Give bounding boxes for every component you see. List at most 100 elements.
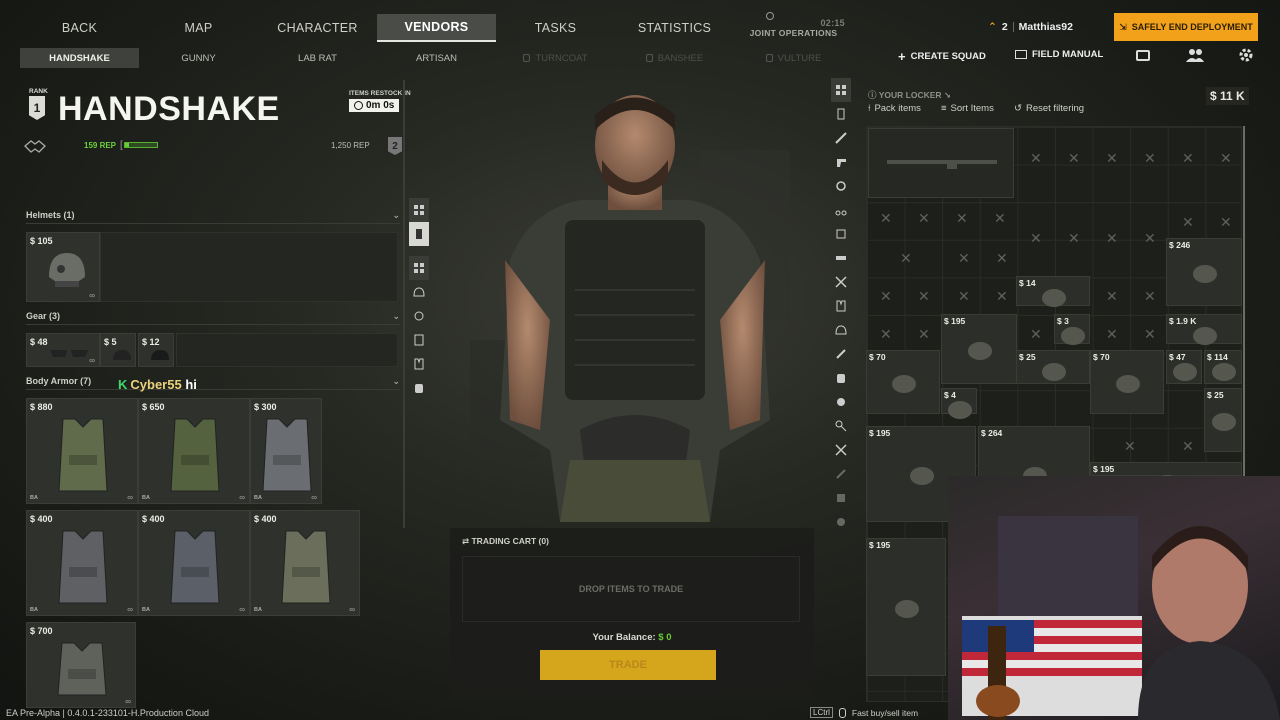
- ammo-item-icon[interactable]: ✕: [1106, 230, 1118, 247]
- locker-item[interactable]: $ 195: [866, 538, 946, 676]
- sort-items-button[interactable]: ≡ Sort Items: [941, 103, 994, 114]
- vendor-tab-banshee[interactable]: BANSHEE: [615, 48, 734, 68]
- ammo-item-icon[interactable]: ✕: [956, 210, 968, 227]
- tab-character[interactable]: CHARACTER: [258, 14, 377, 42]
- locker-scrollbar[interactable]: [1243, 126, 1245, 476]
- ammo-item-icon[interactable]: ✕: [958, 288, 970, 305]
- ammo-item-icon[interactable]: ✕: [880, 326, 892, 343]
- grid-icon[interactable]: [409, 256, 429, 280]
- vendor-item-body-armor[interactable]: $ 300 BA ∞: [250, 398, 322, 504]
- chat-icon[interactable]: [1136, 50, 1150, 61]
- scope-filter-icon[interactable]: [831, 174, 851, 198]
- ammo-item-icon[interactable]: ✕: [1106, 326, 1118, 343]
- vendor-item-body-armor[interactable]: $ 650 BA ∞: [138, 398, 250, 504]
- vendor-item-body-armor[interactable]: $ 700 ∞: [26, 622, 136, 708]
- food-filter-icon[interactable]: [831, 390, 851, 414]
- ammo-item-icon[interactable]: ✕: [1182, 150, 1194, 167]
- safely-end-deployment-button[interactable]: ⇲ SAFELY END DEPLOYMENT: [1114, 13, 1258, 41]
- grid-icon[interactable]: [409, 198, 429, 222]
- tab-map[interactable]: MAP: [139, 14, 258, 42]
- rifle-filter-icon[interactable]: [831, 126, 851, 150]
- reset-filtering-button[interactable]: ↺ Reset filtering: [1014, 103, 1084, 114]
- magazine-filter-icon[interactable]: [831, 222, 851, 246]
- locker-item[interactable]: $ 4: [941, 388, 977, 419]
- pack-items-button[interactable]: ⟊ Pack items: [868, 103, 921, 114]
- locker-item[interactable]: $ 47: [1166, 350, 1202, 384]
- ammo-filter-icon[interactable]: [831, 246, 851, 270]
- ammo-item-icon[interactable]: ✕: [1124, 438, 1136, 455]
- ammo-item-icon[interactable]: ✕: [994, 210, 1006, 227]
- tab-statistics[interactable]: STATISTICS: [615, 14, 734, 42]
- vendor-item-body-armor[interactable]: $ 400 BA ∞: [26, 510, 138, 616]
- ammo-item-icon[interactable]: ✕: [1068, 150, 1080, 167]
- disabled-filter-icon[interactable]: [831, 462, 851, 486]
- pistol-filter-icon[interactable]: [831, 150, 851, 174]
- squad-player[interactable]: ⌃ 2 Matthias92: [988, 21, 1073, 33]
- category-helmets[interactable]: Helmets (1) ⌄: [26, 210, 400, 224]
- locker-item[interactable]: $ 25: [1016, 350, 1090, 384]
- locker-item[interactable]: $ 3: [1054, 314, 1090, 345]
- vest-filter-icon[interactable]: [409, 352, 429, 376]
- ammo-item-icon[interactable]: ✕: [1144, 230, 1156, 247]
- vendor-tab-artisan[interactable]: ARTISAN: [377, 48, 496, 68]
- rig-filter-icon[interactable]: [409, 328, 429, 352]
- ammo-item-icon[interactable]: ✕: [1068, 230, 1080, 247]
- locker-item[interactable]: $ 1.9 K: [1166, 314, 1242, 345]
- category-body-armor[interactable]: Body Armor (7) ⌄: [26, 376, 400, 390]
- vendor-item-hat[interactable]: $ 12: [138, 333, 174, 367]
- ammo-item-icon[interactable]: ✕: [1182, 214, 1194, 231]
- vendor-tab-gunny[interactable]: GUNNY: [139, 48, 258, 68]
- ammo-item-icon[interactable]: ✕: [996, 288, 1008, 305]
- trade-button[interactable]: TRADE: [540, 650, 716, 680]
- ammo-item-icon[interactable]: ✕: [918, 326, 930, 343]
- ammo-item-icon[interactable]: ✕: [1030, 326, 1042, 343]
- create-squad-button[interactable]: + CREATE SQUAD: [898, 49, 986, 64]
- backpack-filter-icon[interactable]: [409, 376, 429, 400]
- locker-item[interactable]: $ 114: [1204, 350, 1242, 384]
- disabled-filter-icon[interactable]: [831, 510, 851, 534]
- tab-vendors[interactable]: VENDORS: [377, 14, 496, 42]
- vendor-item-glasses[interactable]: $ 48 ∞: [26, 333, 100, 367]
- disabled-filter-icon[interactable]: [831, 486, 851, 510]
- locker-item[interactable]: $ 195: [941, 314, 1017, 384]
- locker-item[interactable]: $ 195: [1090, 462, 1242, 493]
- armor-plate-icon[interactable]: [409, 222, 429, 246]
- helmet-filter-icon[interactable]: [831, 318, 851, 342]
- ammo-item-icon[interactable]: ✕: [1144, 288, 1156, 305]
- vendor-item-body-armor[interactable]: $ 880 BA ∞: [26, 398, 138, 504]
- vendor-list-scrollbar[interactable]: [403, 80, 405, 528]
- vendor-item-body-armor[interactable]: $ 400 BA ∞: [138, 510, 250, 616]
- vendor-tab-lab-rat[interactable]: LAB RAT: [258, 48, 377, 68]
- vendor-tab-vulture[interactable]: VULTURE: [734, 48, 853, 68]
- ammo-item-icon[interactable]: ✕: [1144, 150, 1156, 167]
- helmet-filter-icon[interactable]: [409, 280, 429, 304]
- ammo-item-icon[interactable]: ✕: [996, 250, 1008, 267]
- armor-filter-icon[interactable]: [831, 102, 851, 126]
- misc-filter-icon[interactable]: [831, 438, 851, 462]
- friends-icon[interactable]: [1186, 48, 1204, 62]
- vest-filter-icon[interactable]: [831, 294, 851, 318]
- field-manual-button[interactable]: FIELD MANUAL: [1015, 49, 1103, 60]
- headgear-filter-icon[interactable]: [409, 304, 429, 328]
- vendor-item-helmet[interactable]: $ 105 ∞: [26, 232, 100, 302]
- locker-item[interactable]: $ 25: [1204, 388, 1242, 452]
- ammo-item-icon[interactable]: ✕: [1106, 288, 1118, 305]
- locker-rifle[interactable]: [868, 128, 1014, 198]
- vendor-item-cap[interactable]: $ 5: [100, 333, 136, 367]
- ammo-item-icon[interactable]: ✕: [880, 210, 892, 227]
- ammo-item-icon[interactable]: ✕: [1144, 326, 1156, 343]
- ammo-item-icon[interactable]: ✕: [1220, 214, 1232, 231]
- ammo-item-icon[interactable]: ✕: [1182, 438, 1194, 455]
- attachment-filter-icon[interactable]: [831, 198, 851, 222]
- ammo-item-icon[interactable]: ✕: [918, 288, 930, 305]
- ammo-item-icon[interactable]: ✕: [1030, 230, 1042, 247]
- ammo-item-icon[interactable]: ✕: [1106, 150, 1118, 167]
- vendor-tab-turncoat[interactable]: TURNCOAT: [496, 48, 615, 68]
- tab-joint-operations[interactable]: 02:15 JOINT OPERATIONS: [734, 14, 853, 42]
- locker-item[interactable]: $ 70: [1090, 350, 1164, 414]
- vendor-item-body-armor[interactable]: $ 400 BA ∞: [250, 510, 360, 616]
- category-gear[interactable]: Gear (3) ⌄: [26, 311, 400, 325]
- tools-filter-icon[interactable]: [831, 270, 851, 294]
- key-filter-icon[interactable]: [831, 414, 851, 438]
- vendor-tab-handshake[interactable]: HANDSHAKE: [20, 48, 139, 68]
